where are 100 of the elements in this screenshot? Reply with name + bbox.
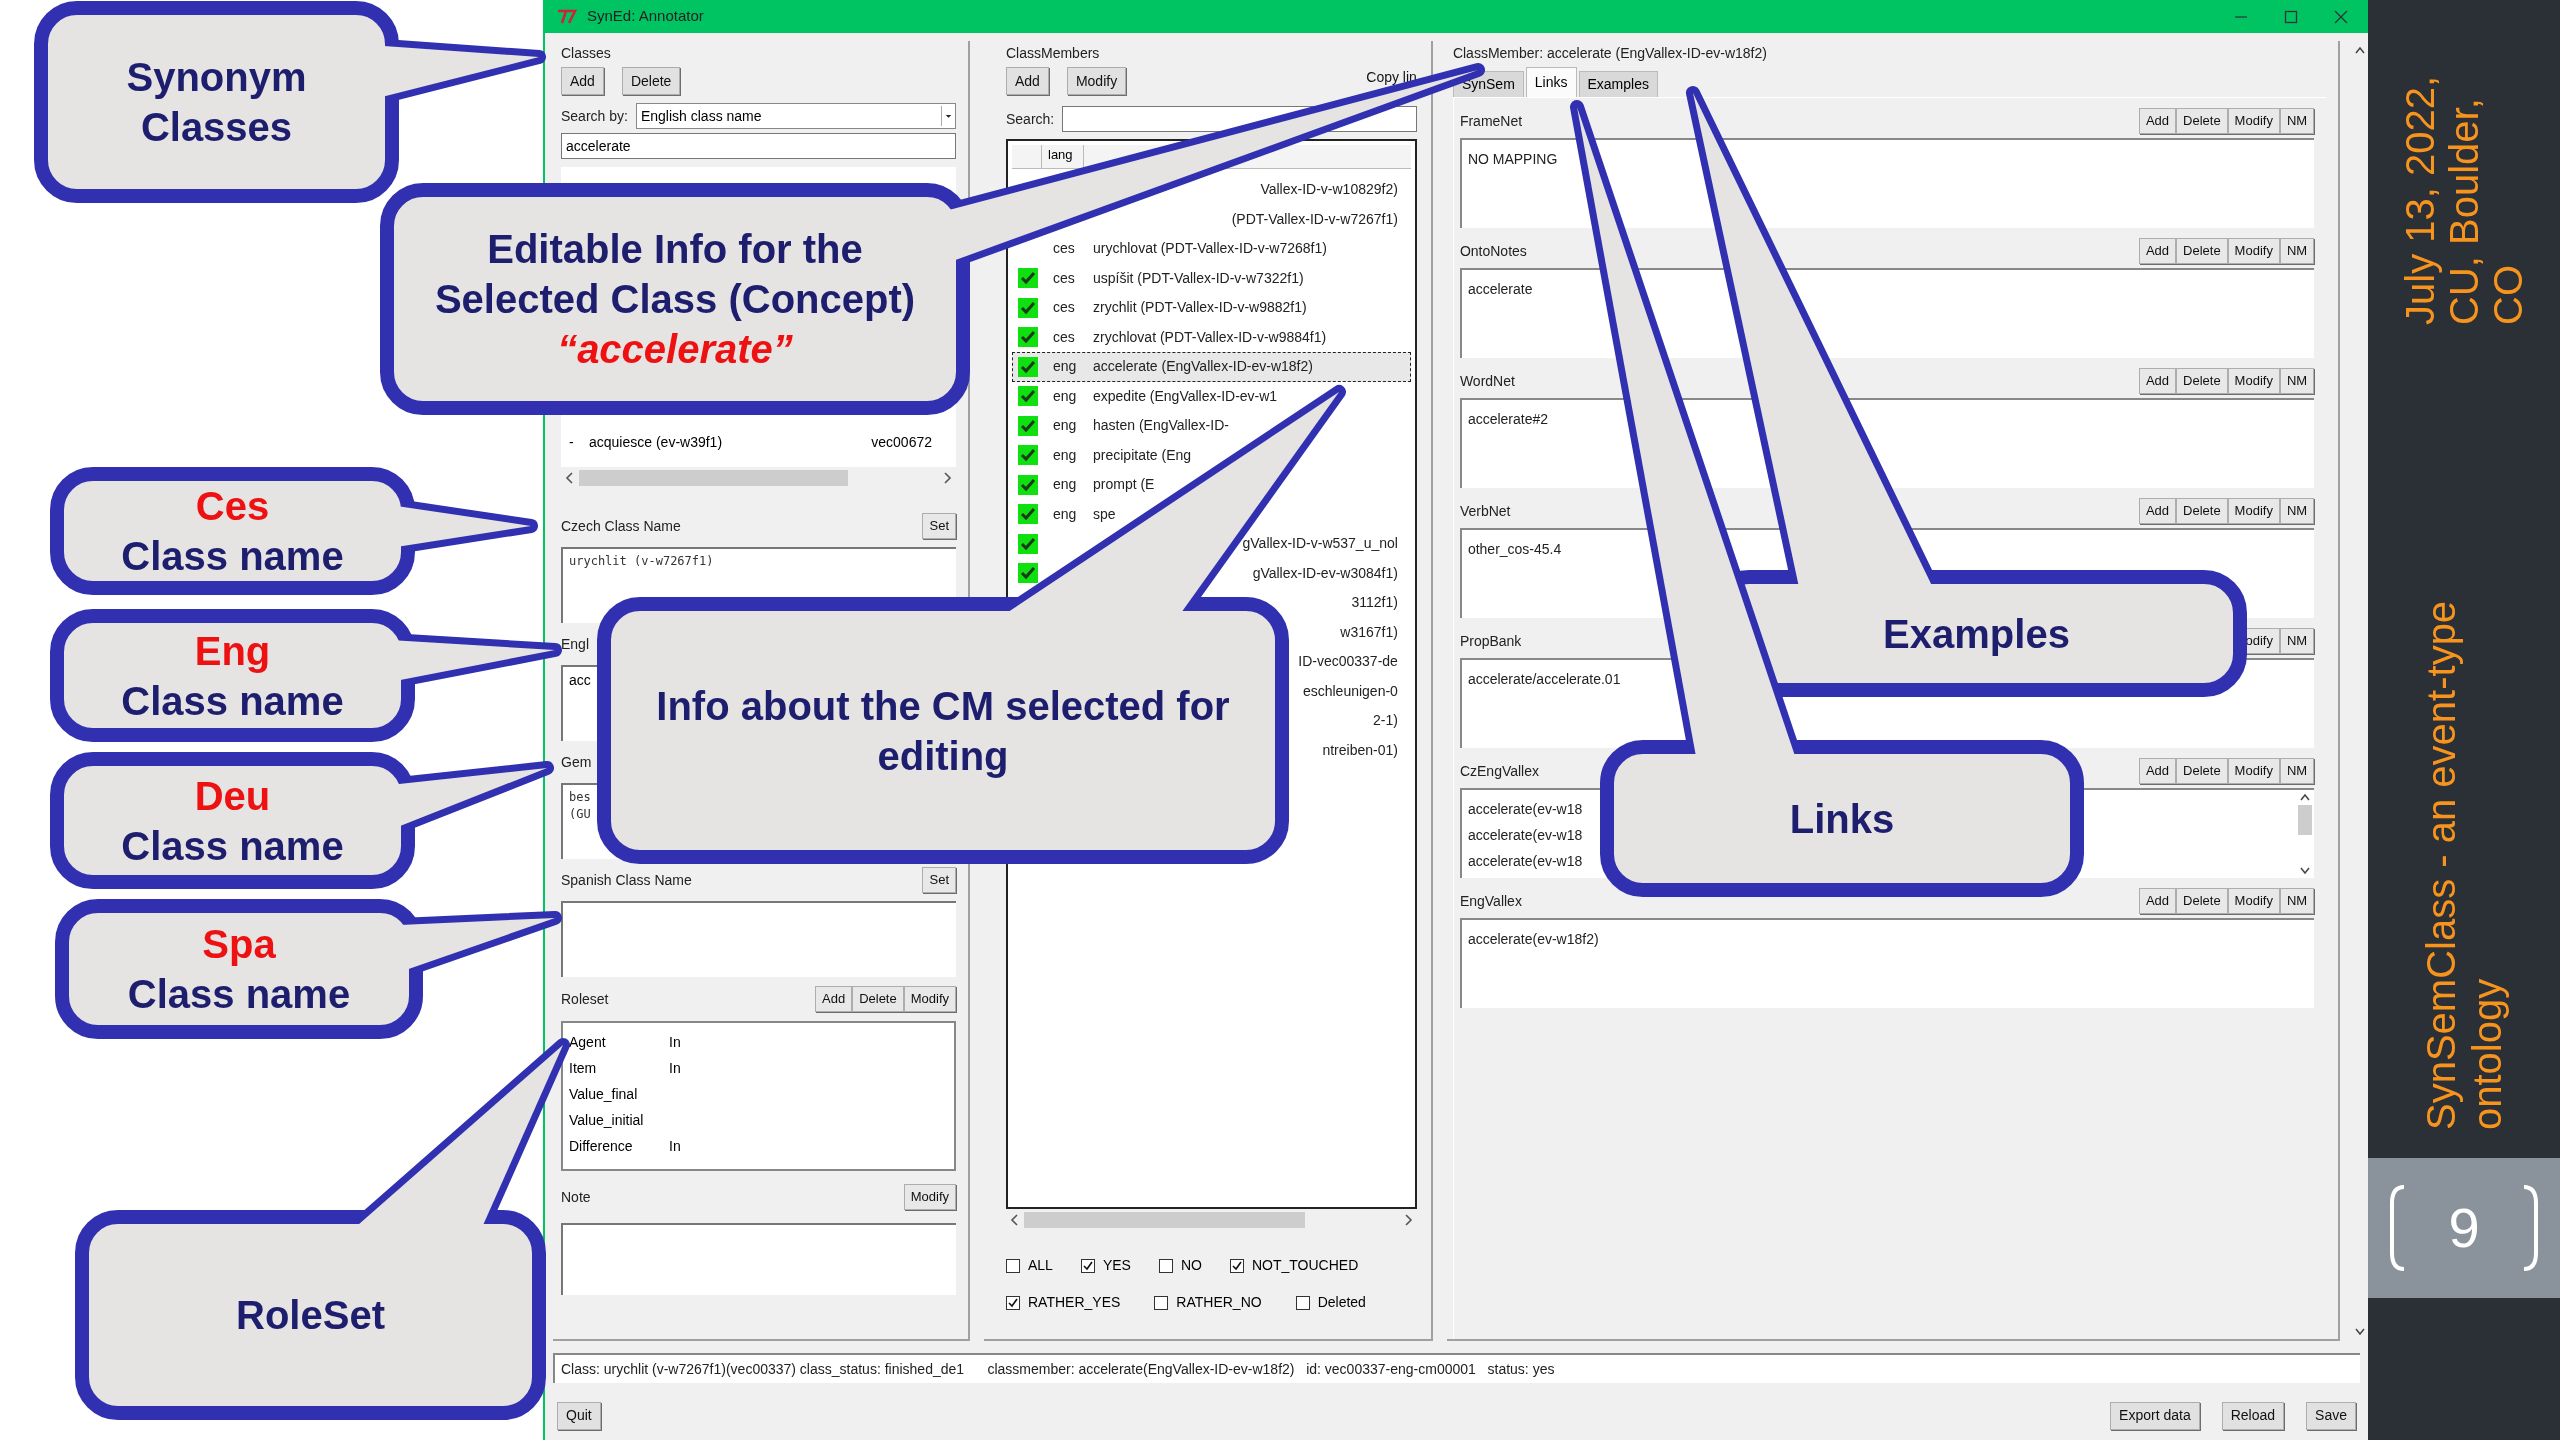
checkbox-label: Deleted (1317, 1293, 1366, 1312)
section-button[interactable]: Modify (2227, 108, 2280, 134)
roleset-button[interactable]: Add (815, 986, 853, 1012)
member-row[interactable]: ces urychlovat (PDT-Vallex-ID-v-w7268f1) (1012, 234, 1411, 264)
footer-button[interactable]: Save (2306, 1401, 2356, 1430)
checkbox[interactable] (1229, 1258, 1244, 1273)
text-field[interactable]: NO MAPPING (1459, 138, 2315, 228)
tab[interactable]: Links (1525, 67, 1577, 97)
role-row[interactable]: Value_final (569, 1081, 948, 1107)
checkbox[interactable] (1154, 1295, 1169, 1310)
check-icon[interactable] (1018, 386, 1038, 407)
member-row[interactable]: ces uspíšit (PDT-Vallex-ID-v-w7322f1) (1012, 263, 1411, 293)
member-row[interactable]: gVallex-ID-v-w537_u_nol (1012, 529, 1411, 559)
member-row[interactable]: ces zrychlit (PDT-Vallex-ID-v-w9882f1) (1012, 293, 1411, 323)
section-button[interactable]: Add (2138, 758, 2177, 784)
check-icon[interactable] (1018, 415, 1038, 436)
member-name: accelerate (EngVallex-ID-ev-w18f2) (1093, 357, 1313, 377)
callout-tooltip-text: Ces Class name (121, 483, 344, 580)
section-button[interactable]: Modify (2227, 498, 2280, 524)
footer-button[interactable]: Export data (2110, 1401, 2200, 1430)
text-field[interactable]: accelerate(ev-w18f2) (1459, 918, 2315, 1008)
member-row[interactable]: eng spe (1012, 499, 1411, 529)
dropdown[interactable]: English class name (635, 103, 956, 129)
scroll-up-icon (2299, 792, 2312, 802)
tab[interactable]: Examples (1578, 71, 1658, 97)
section-button[interactable]: NM (2279, 238, 2315, 264)
modify-button[interactable]: Modify (903, 1184, 956, 1210)
toolbar-button[interactable]: Add (1006, 67, 1049, 95)
section-button[interactable]: NM (2279, 628, 2315, 654)
section-button[interactable]: Modify (2227, 758, 2280, 784)
toolbar-button[interactable]: Delete (621, 67, 681, 95)
section-button[interactable]: Modify (2227, 888, 2280, 914)
class-list-item[interactable]: - acquiesce (ev-w39f1) vec00672 (569, 429, 932, 455)
role-row[interactable]: Agent In (569, 1029, 948, 1055)
member-row[interactable]: eng hasten (EngVallex-ID- (1012, 411, 1411, 441)
role-list[interactable]: Agent In Item In Value_final Value_initial Difference In (561, 1021, 956, 1171)
section-button[interactable]: Add (2138, 368, 2177, 394)
footer-button[interactable]: Reload (2221, 1401, 2285, 1430)
scroll-right-icon[interactable] (942, 471, 952, 485)
check-icon[interactable] (1018, 445, 1038, 466)
check-icon[interactable] (1018, 297, 1038, 318)
role-row[interactable]: Item In (569, 1055, 948, 1081)
member-name: gVallex-ID-v-w537_u_nol (1242, 534, 1398, 554)
checkbox[interactable] (1158, 1258, 1173, 1273)
section-button[interactable]: Delete (2176, 498, 2228, 524)
member-row[interactable]: gVallex-ID-ev-w3084f1) (1012, 558, 1411, 588)
scroll-right-icon[interactable] (1402, 1213, 1413, 1227)
section-button[interactable]: NM (2279, 108, 2315, 134)
member-row[interactable]: ces zrychlovat (PDT-Vallex-ID-v-w9884f1) (1012, 322, 1411, 352)
member-row[interactable]: eng expedite (EngVallex-ID-ev-w1 (1012, 381, 1411, 411)
check-icon[interactable] (1018, 356, 1038, 377)
role-row[interactable]: Difference In (569, 1133, 948, 1159)
maximize-icon[interactable] (2284, 9, 2298, 24)
section-button[interactable]: Delete (2176, 108, 2228, 134)
section-button[interactable]: Delete (2176, 888, 2228, 914)
member-name: ntreiben-01) (1322, 740, 1398, 760)
roleset-button[interactable]: Delete (852, 986, 904, 1012)
section-button[interactable]: Delete (2176, 368, 2228, 394)
checkbox[interactable] (1295, 1295, 1310, 1310)
section-button[interactable]: Delete (2176, 238, 2228, 264)
set-button[interactable]: Set (922, 867, 956, 893)
check-icon[interactable] (1018, 327, 1038, 348)
section-button[interactable]: NM (2279, 758, 2315, 784)
note-field[interactable] (561, 1223, 956, 1295)
check-icon[interactable] (1018, 563, 1038, 584)
section-button[interactable]: Delete (2176, 758, 2228, 784)
check-icon[interactable] (1018, 268, 1038, 289)
scroll-left-icon[interactable] (565, 471, 575, 485)
scrollbar-thumb[interactable] (579, 470, 849, 486)
checkbox[interactable] (1006, 1295, 1020, 1310)
section-button[interactable]: NM (2279, 498, 2315, 524)
scroll-left-icon[interactable] (1010, 1213, 1020, 1227)
section-button[interactable]: Add (2138, 888, 2177, 914)
check-icon[interactable] (1018, 504, 1038, 525)
window-title: SynEd: Annotator (587, 6, 704, 27)
quit-button[interactable]: Quit (557, 1401, 601, 1430)
scrollbar-thumb[interactable] (1024, 1212, 1306, 1228)
role-row[interactable]: Value_initial (569, 1107, 948, 1133)
section-button[interactable]: NM (2279, 888, 2315, 914)
section-button[interactable]: Add (2138, 238, 2177, 264)
checkbox[interactable] (1080, 1258, 1095, 1273)
toolbar-button[interactable]: Modify (1066, 67, 1127, 95)
section-button[interactable]: Add (2138, 108, 2177, 134)
search-field[interactable]: accelerate (561, 133, 956, 159)
check-icon[interactable] (1018, 474, 1038, 495)
member-row[interactable]: eng accelerate (EngVallex-ID-ev-w18f2) (1012, 352, 1411, 382)
close-icon[interactable] (2334, 9, 2348, 24)
member-row[interactable]: eng prompt (E (1012, 470, 1411, 500)
panel-title: ClassMember: accelerate (EngVallex-ID-ev-w18f2) (1452, 44, 1768, 63)
section-button[interactable]: NM (2279, 368, 2315, 394)
roleset-button[interactable]: Modify (903, 986, 956, 1012)
section-button[interactable]: Add (2138, 498, 2177, 524)
section-button[interactable]: Modify (2227, 238, 2280, 264)
toolbar-button[interactable]: Add (561, 67, 604, 95)
text-field[interactable] (561, 901, 956, 977)
checkbox[interactable] (1006, 1258, 1020, 1273)
member-row[interactable]: eng precipitate (Eng (1012, 440, 1411, 470)
check-icon[interactable] (1018, 533, 1038, 554)
set-button[interactable]: Set (922, 513, 956, 539)
section-button[interactable]: Modify (2227, 368, 2280, 394)
